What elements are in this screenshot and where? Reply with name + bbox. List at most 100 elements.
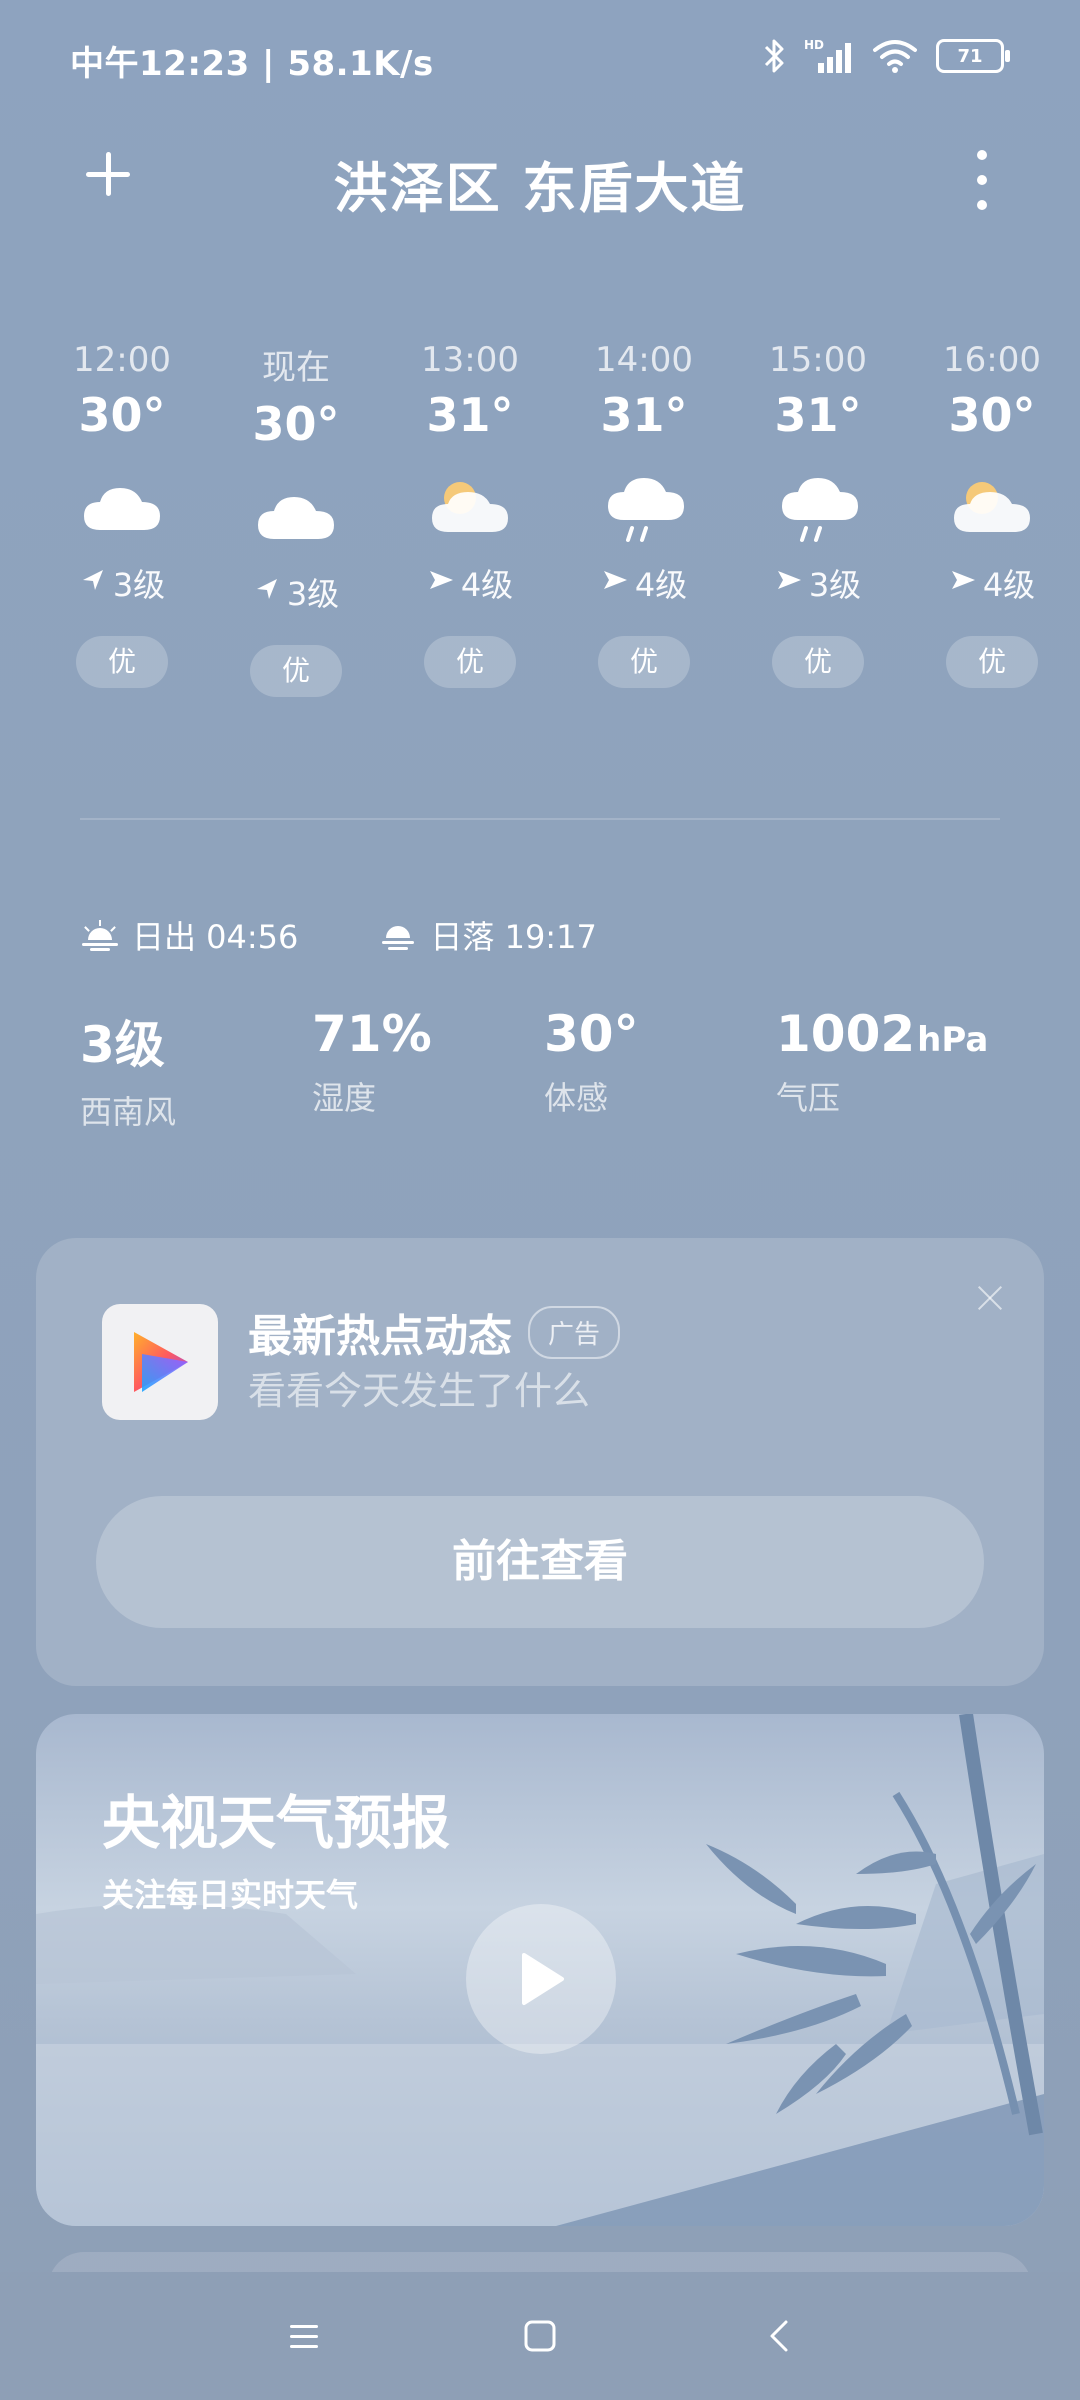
- hourly-wind: 3级: [748, 560, 888, 606]
- ad-cta-button[interactable]: 前往查看: [96, 1496, 984, 1628]
- rain-icon: [768, 468, 868, 548]
- hourly-temp: 30°: [252, 397, 340, 451]
- cloudy-icon: [246, 477, 346, 557]
- wind-direction-icon: [427, 564, 455, 602]
- ad-title-row: 最新热点动态 广告: [248, 1300, 621, 1364]
- hourly-item[interactable]: 16:00 30° 4级优: [922, 340, 1062, 688]
- detail-humidity: 71% 湿度: [312, 1005, 434, 1119]
- ad-card[interactable]: 最新热点动态 广告 看看今天发生了什么 前往查看: [36, 1238, 1044, 1686]
- wind-level: 4级: [982, 566, 1036, 604]
- hourly-time: 14:00: [595, 340, 693, 380]
- sunrise: 日出 04:56: [80, 912, 298, 958]
- status-icons: HD 71: [764, 34, 1010, 78]
- rain-icon: [594, 468, 694, 548]
- home-square-icon: [524, 2320, 556, 2352]
- wind-direction-icon: [253, 573, 281, 611]
- battery-icon: 71: [936, 39, 1010, 73]
- wifi-icon: [873, 40, 917, 73]
- hourly-item[interactable]: 13:00 31° 4级优: [400, 340, 540, 688]
- aqi-badge: 优: [250, 645, 342, 697]
- wind-direction-icon: [601, 564, 629, 602]
- hourly-temp: 30°: [78, 388, 166, 442]
- page-title[interactable]: 洪泽区 东盾大道: [0, 144, 1080, 223]
- ad-title: 最新热点动态: [248, 1311, 512, 1362]
- partly-cloudy-icon: [420, 468, 520, 548]
- wind-level: 3级: [286, 575, 340, 613]
- aqi-badge: 优: [946, 636, 1038, 688]
- status-time-speed: 中午12:23 | 58.1K/s: [70, 44, 434, 84]
- wind-direction-icon: [949, 564, 977, 602]
- detail-label: 西南风: [80, 1093, 177, 1131]
- hourly-time: 现在: [262, 348, 330, 388]
- detail-label: 体感: [544, 1079, 609, 1117]
- back-chevron-icon: [770, 2320, 788, 2352]
- video-card[interactable]: 央视天气预报 关注每日实时天气: [36, 1714, 1044, 2226]
- hourly-item[interactable]: 14:00 31° 4级优: [574, 340, 714, 688]
- wind-direction-icon: [775, 564, 803, 602]
- sunset-label: 日落 19:17: [430, 918, 597, 956]
- detail-value: 30°: [544, 1005, 639, 1063]
- play-icon: [522, 1953, 564, 2005]
- hourly-wind: 4级: [922, 560, 1062, 606]
- cloudy-icon: [72, 468, 172, 548]
- battery-level: 71: [957, 45, 983, 67]
- hourly-time: 16:00: [943, 340, 1041, 380]
- detail-pressure: 1002hPa 气压: [776, 1005, 988, 1119]
- aqi-badge: 优: [772, 636, 864, 688]
- video-app-icon: [102, 1304, 218, 1420]
- navigation-bar: [0, 2272, 1080, 2400]
- hourly-time: 12:00: [73, 340, 171, 380]
- hourly-wind: 4级: [574, 560, 714, 606]
- hourly-temp: 30°: [948, 388, 1036, 442]
- more-menu-button[interactable]: [970, 150, 994, 210]
- hourly-temp: 31°: [600, 388, 688, 442]
- hourly-wind: 3级: [52, 560, 192, 606]
- hourly-item[interactable]: 12:00 30° 3级优: [52, 340, 192, 688]
- sunset: 日落 19:17: [378, 912, 597, 958]
- status-bar: 中午12:23 | 58.1K/s HD 71: [0, 0, 1080, 120]
- aqi-badge: 优: [424, 636, 516, 688]
- detail-value: 3级: [80, 1016, 165, 1074]
- hourly-time: 13:00: [421, 340, 519, 380]
- divider: [80, 818, 1000, 820]
- partly-cloudy-icon: [942, 468, 1042, 548]
- sun-times: 日出 04:56 日落 19:17: [80, 910, 597, 960]
- menu-icon: [290, 2325, 318, 2348]
- sunset-icon: [382, 926, 415, 950]
- wind-level: 4级: [460, 566, 514, 604]
- weather-details: 3级 西南风 71% 湿度 30° 体感 1002hPa 气压: [80, 1005, 1040, 1135]
- play-button[interactable]: [466, 1904, 616, 2054]
- detail-label: 气压: [776, 1079, 841, 1117]
- hourly-temp: 31°: [774, 388, 862, 442]
- header: 洪泽区 东盾大道: [0, 130, 1080, 230]
- close-icon[interactable]: [972, 1280, 1008, 1316]
- hourly-temp: 31°: [426, 388, 514, 442]
- hourly-wind: 3级: [226, 569, 366, 615]
- bluetooth-icon: [764, 39, 784, 73]
- detail-wind: 3级 西南风: [80, 1005, 176, 1133]
- menu-nav-button[interactable]: [276, 2308, 332, 2364]
- hourly-item[interactable]: 现在 30° 3级优: [226, 340, 366, 697]
- more-dot-icon: [977, 150, 987, 160]
- aqi-badge: 优: [76, 636, 168, 688]
- hd-signal-icon: HD: [804, 38, 851, 73]
- video-subtitle: 关注每日实时天气: [102, 1876, 359, 1914]
- back-nav-button[interactable]: [752, 2308, 808, 2364]
- wind-level: 3级: [112, 566, 166, 604]
- more-dot-icon: [977, 175, 987, 185]
- ad-subtitle: 看看今天发生了什么: [248, 1369, 591, 1413]
- aqi-badge: 优: [598, 636, 690, 688]
- detail-value: 1002hPa: [776, 1005, 989, 1063]
- hourly-time: 15:00: [769, 340, 867, 380]
- detail-feels-like: 30° 体感: [544, 1005, 641, 1119]
- video-title: 央视天气预报: [102, 1789, 451, 1857]
- wind-level: 3级: [808, 566, 862, 604]
- sunrise-label: 日出 04:56: [132, 918, 299, 956]
- play-logo-icon: [134, 1332, 188, 1392]
- hourly-forecast[interactable]: 12:00 30° 3级优 现在 30° 3级优 13:00 31° 4级优 14:00 31° 4级…: [56, 340, 1041, 720]
- hourly-item[interactable]: 15:00 31° 3级优: [748, 340, 888, 688]
- svg-text:HD: HD: [804, 38, 824, 52]
- wind-direction-icon: [79, 564, 107, 602]
- hourly-wind: 4级: [400, 560, 540, 606]
- home-nav-button[interactable]: [512, 2308, 568, 2364]
